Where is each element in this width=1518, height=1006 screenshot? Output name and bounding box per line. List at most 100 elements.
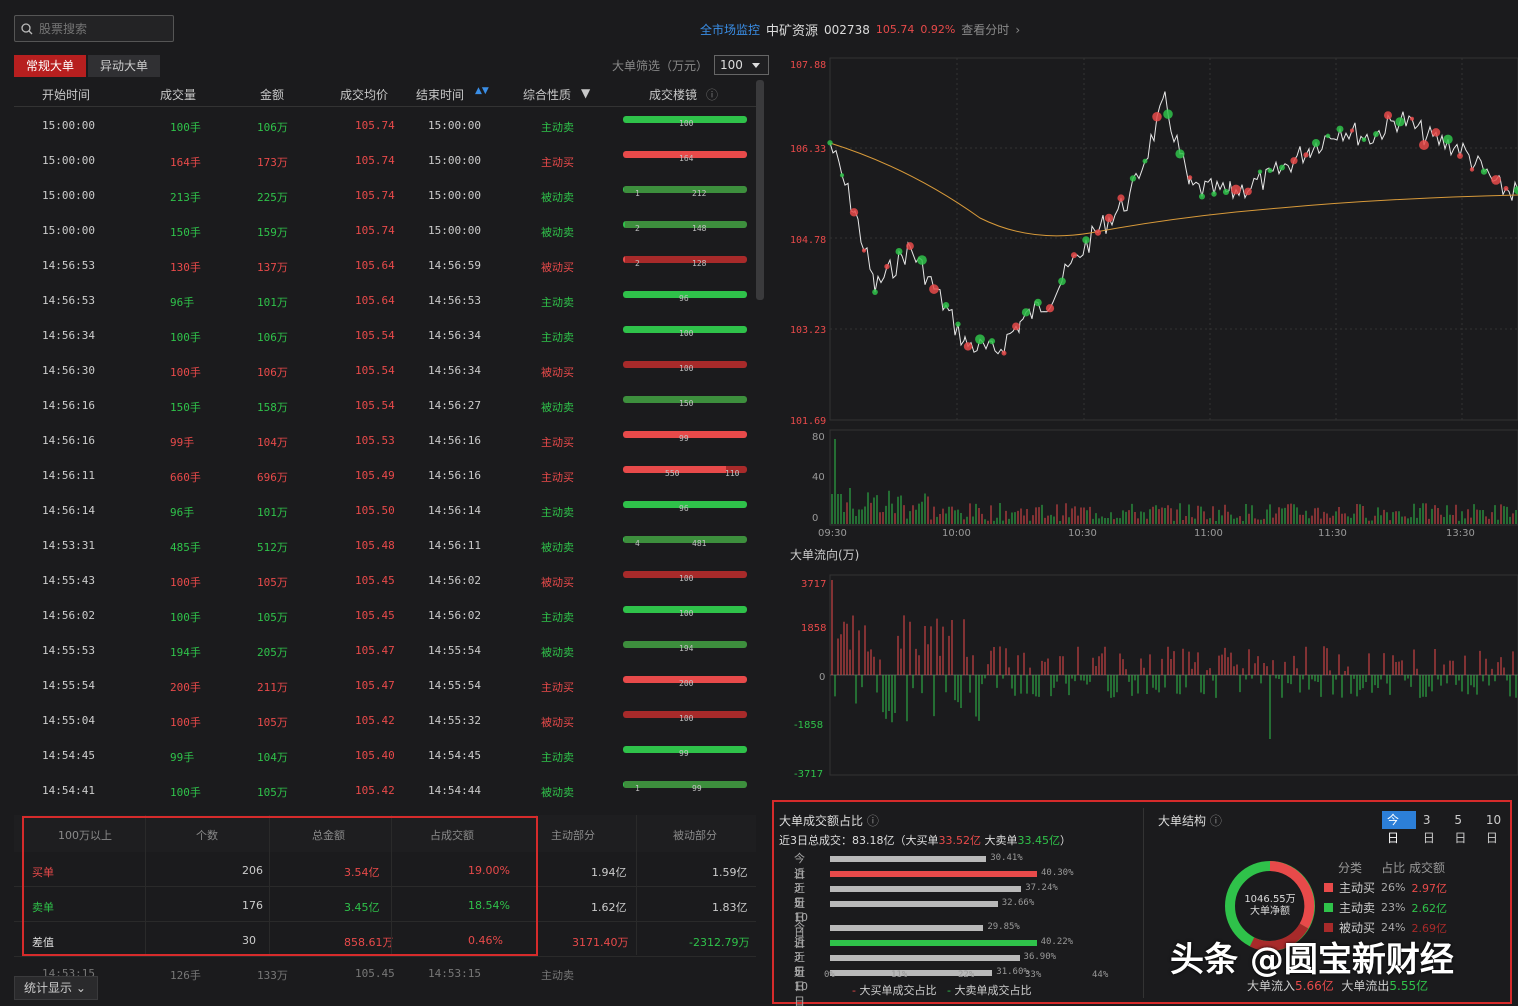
volume-axis-label: 80	[812, 432, 825, 443]
period-tab-10d[interactable]: 10日	[1481, 811, 1518, 845]
time-axis-label: 10:30	[1068, 528, 1097, 539]
table-row[interactable]: 14:56:16 99手 104万 105.53 14:56:16 主动买 99	[14, 422, 756, 457]
trade-bar-segment	[624, 536, 747, 543]
trade-dot	[1094, 229, 1102, 236]
sum-header-0: 100万以上	[58, 829, 112, 842]
cell-amount: 137万	[257, 261, 288, 274]
cell-type: 被动卖	[541, 786, 574, 799]
col-amount[interactable]: 金额	[260, 86, 284, 103]
table-row[interactable]: 15:00:00 100手 106万 105.74 15:00:00 主动卖 100	[14, 107, 756, 142]
cell-end: 14:55:54	[428, 644, 481, 657]
cell-type: 主动买	[541, 156, 574, 169]
filter-select[interactable]: 100	[714, 55, 770, 75]
trade-dot	[1163, 109, 1173, 119]
volume-axis-label: 0	[812, 513, 818, 524]
trade-bar	[623, 256, 747, 263]
table-row[interactable]: 14:55:54 200手 211万 105.47 14:55:54 主动买 200	[14, 667, 756, 702]
sort-icon[interactable]: ▲▼	[475, 86, 489, 96]
ratio-axis-tick: 33%	[1025, 970, 1042, 980]
table-row[interactable]: 14:56:34 100手 106万 105.54 14:56:34 主动卖 100	[14, 317, 756, 352]
table-row[interactable]: 14:53:31 485手 512万 105.48 14:56:11 被动卖 4 481	[14, 527, 756, 562]
bar-label: 4	[635, 539, 640, 548]
chevron-right-icon[interactable]: ›	[1015, 23, 1020, 37]
cell-start: 15:00:00	[42, 189, 95, 202]
avg-price-line	[829, 142, 1518, 237]
cell-avg: 105.42	[355, 784, 395, 797]
table-row[interactable]: 14:56:16 150手 158万 105.54 14:56:27 被动卖 150	[14, 387, 756, 422]
market-monitor-link[interactable]: 全市场监控	[700, 21, 760, 38]
table-row[interactable]: 14:54:45 99手 104万 105.40 14:54:45 主动卖 99	[14, 737, 756, 772]
cell-amount: 159万	[257, 226, 288, 239]
cell-volume: 96手	[170, 296, 195, 309]
table-row[interactable]: 14:55:53 194手 205万 105.47 14:55:54 被动卖 194	[14, 632, 756, 667]
period-tab-5d[interactable]: 5日	[1449, 811, 1479, 845]
stat-display-button[interactable]: 统计显示 ⌄	[14, 976, 98, 1000]
trade-dot	[917, 255, 927, 265]
table-row[interactable]: 14:56:53 130手 137万 105.64 14:56:59 被动买 2 128	[14, 247, 756, 282]
cell-end: 15:00:00	[428, 224, 481, 237]
period-tab-3d[interactable]: 3日	[1418, 811, 1448, 845]
trade-dot	[849, 208, 859, 217]
chevron-down-icon[interactable]: ▼	[581, 86, 590, 100]
period-tab-today[interactable]: 今日	[1382, 811, 1416, 845]
stock-search[interactable]	[14, 15, 174, 42]
filter-value: 100	[720, 58, 743, 72]
trade-dot	[963, 342, 973, 351]
table-row[interactable]: 14:56:02 100手 105万 105.45 14:56:02 主动卖 100	[14, 597, 756, 632]
stock-header: 全市场监控 中矿资源 002738 105.74 0.92% 查看分时 ›	[700, 20, 1020, 40]
table-row[interactable]: 14:54:41 100手 105万 105.42 14:54:44 被动卖 1 99	[14, 772, 756, 807]
sum-header-2: 总金额	[312, 829, 345, 842]
price-pane	[829, 57, 1518, 421]
legend-swatch	[1324, 903, 1333, 912]
bar-label: 1	[635, 189, 640, 198]
table-row[interactable]: 14:56:14 96手 101万 105.50 14:56:14 主动卖 96	[14, 492, 756, 527]
table-row[interactable]: 14:55:04 100手 105万 105.42 14:55:32 被动买 100	[14, 702, 756, 737]
table-row[interactable]: 15:00:00 164手 173万 105.74 15:00:00 主动买 164	[14, 142, 756, 177]
time-axis-label: 09:30	[818, 528, 847, 539]
table-row[interactable]: 15:00:00 150手 159万 105.74 15:00:00 被动卖 2 148	[14, 212, 756, 247]
ratio-pct: 30.41%	[990, 853, 1023, 863]
table-scrollbar[interactable]	[756, 80, 764, 300]
search-input[interactable]	[39, 21, 159, 36]
trade-dot	[988, 338, 996, 345]
table-row[interactable]: 15:00:00 213手 225万 105.74 15:00:00 被动卖 1 212	[14, 177, 756, 212]
col-avg-price[interactable]: 成交均价	[340, 86, 388, 103]
cell-start: 14:55:04	[42, 714, 95, 727]
cell-amount: 105万	[257, 786, 288, 799]
chart-area[interactable]: 107.88106.33104.78103.23101.698040009:30…	[770, 48, 1518, 793]
col-end-time[interactable]: 结束时间	[416, 86, 464, 103]
table-row[interactable]: 14:56:11 660手 696万 105.49 14:56:16 主动买 550 110	[14, 457, 756, 492]
cell-start: 14:55:54	[42, 679, 95, 692]
tab-abnormal-large[interactable]: 异动大单	[88, 55, 161, 77]
ratio-subtitle: 近3日总成交：83.18亿（大买单33.52亿 大卖单33.45亿）	[779, 834, 1071, 847]
table-row[interactable]: 14:56:53 96手 101万 105.64 14:56:53 主动卖 96	[14, 282, 756, 317]
table-row[interactable]: 14:56:30 100手 106万 105.54 14:56:34 被动买 100	[14, 352, 756, 387]
cell-end: 15:00:00	[428, 154, 481, 167]
ratio-pct: 40.30%	[1040, 868, 1074, 878]
col-trade-mirror[interactable]: 成交楼镜	[649, 86, 697, 103]
col-start-time[interactable]: 开始时间	[42, 86, 90, 103]
cell-start: 15:00:00	[42, 154, 95, 167]
cell-end: 14:54:45	[428, 749, 481, 762]
partial-row: 14:53:15 126手 133万 105.45 14:53:15 主动卖	[42, 967, 574, 982]
table-row[interactable]: 14:55:43 100手 105万 105.45 14:56:02 被动买 100	[14, 562, 756, 597]
trade-dot	[1312, 139, 1320, 147]
help-icon[interactable]: ⓘ	[706, 86, 718, 103]
view-timeshare-link[interactable]: 查看分时	[961, 21, 1009, 38]
col-volume[interactable]: 成交量	[160, 86, 196, 103]
bar-label: 100	[679, 329, 694, 338]
cell-avg: 105.64	[355, 259, 395, 272]
cell-type: 主动买	[541, 681, 574, 694]
legend-swatch	[1324, 883, 1333, 892]
cell-volume: 96手	[170, 506, 195, 519]
col-nature[interactable]: 综合性质	[523, 86, 571, 103]
cell-start: 15:00:00	[42, 224, 95, 237]
cell-end: 14:56:59	[428, 259, 481, 272]
cell-type: 被动买	[541, 366, 574, 379]
trade-dot	[872, 289, 878, 295]
ratio-pct: 37.24%	[1025, 883, 1058, 893]
cell-type: 主动卖	[541, 751, 574, 764]
ratio-axis-tick: 0%	[824, 970, 835, 980]
tab-regular-large[interactable]: 常规大单	[14, 55, 87, 77]
structure-item: 主动买 26% 2.97亿	[1324, 879, 1447, 896]
